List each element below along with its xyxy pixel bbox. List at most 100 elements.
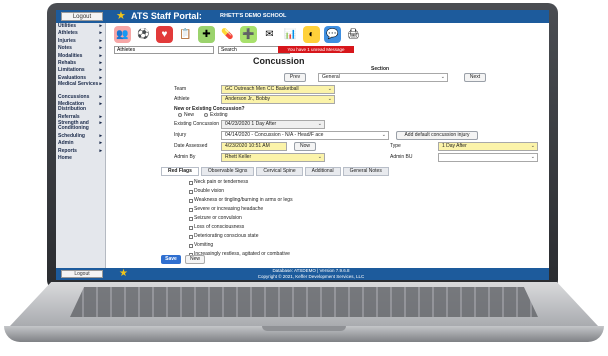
admin-by-value: Rhett Keller (225, 154, 252, 160)
chevron-right-icon: ▸ (99, 37, 102, 44)
radio-existing[interactable]: Existing (204, 112, 228, 119)
date-assessed-input[interactable]: 4/23/2020 10:51 AM (221, 142, 287, 151)
sidebar-item-label: Scheduling (58, 132, 85, 139)
symptom-label: Severe or increasing headache (194, 206, 264, 212)
section-value: General (322, 74, 340, 80)
chevron-down-icon: ⌄ (530, 154, 535, 160)
chevron-right-icon: ▸ (99, 81, 102, 88)
tab-general-notes[interactable]: General Notes (342, 167, 389, 176)
tab-red-flags[interactable]: Red Flags (161, 167, 199, 176)
notes-icon[interactable]: 📋 (177, 25, 194, 43)
type-label: Type (390, 143, 401, 149)
type-select[interactable]: 1 Day After ⌄ (438, 142, 538, 151)
rehab-icon[interactable]: ✚ (198, 25, 215, 43)
heart-icon[interactable]: ♥ (156, 25, 173, 43)
radio-new[interactable]: New (178, 112, 194, 119)
symptom-label: Seizure or convulsion (194, 215, 242, 221)
chevron-right-icon: ▸ (99, 52, 102, 59)
sidebar-item-admin[interactable]: Admin ▸ (56, 140, 105, 147)
concussion-form: Concussion Section Prev General ⌄ Next Te… (108, 55, 548, 267)
chevron-right-icon: ▸ (99, 132, 102, 139)
symptom-checkbox[interactable] (189, 190, 193, 194)
chevron-down-icon: ⌄ (381, 132, 386, 138)
type-value: 1 Day After (442, 143, 467, 149)
sidebar-item-injuries[interactable]: Injuries ▸ (56, 38, 105, 45)
sidebar-item-label: Medical Services (58, 81, 99, 88)
people-icon[interactable]: 👥 (114, 25, 131, 43)
chevron-right-icon: ▸ (99, 119, 102, 126)
symptom-label: Loss of consciousness (194, 224, 245, 230)
unread-message-alert[interactable]: You have 1 unread Message (278, 46, 354, 53)
sidebar-item-strength-conditioning[interactable]: Strength and Conditioning ▸ (56, 119, 105, 133)
sidebar-item-athletes[interactable]: Athletes ▸ (56, 30, 105, 37)
symptom-label: Neck pain or tenderness (194, 179, 249, 185)
symptom-label: Weakness or tingling/burning in arms or … (194, 197, 293, 203)
team-select[interactable]: GC Outreach Men CC Basketball ⌄ (221, 85, 335, 94)
toolbar: 👥 ⚽ ♥ 📋 ✚ 💊 ➕ ✉ 📊 ◐ 💬 🖨 (108, 24, 408, 44)
chevron-right-icon: ▸ (99, 45, 102, 52)
search-row: Athletes Search (108, 46, 408, 55)
symptom-checkbox[interactable] (189, 181, 193, 185)
printer-icon[interactable]: 🖨 (345, 25, 362, 43)
sidebar-item-medication-distribution[interactable]: Medication Distribution ▸ (56, 100, 105, 114)
new-button[interactable]: New (185, 255, 205, 264)
symptom-checkbox[interactable] (189, 235, 193, 239)
tab-cervical-spine[interactable]: Cervical Spine (256, 167, 303, 176)
envelope-icon[interactable]: ✉ (261, 25, 278, 43)
chevron-right-icon: ▸ (99, 30, 102, 37)
sidebar-item-limitations[interactable]: Limitations ▸ (56, 67, 105, 74)
chat-icon[interactable]: 💬 (324, 25, 341, 43)
sidebar-item-utilities[interactable]: Utilities ▸ (56, 23, 105, 30)
injury-label: Injury (174, 132, 187, 138)
radio-new-circle[interactable] (178, 112, 182, 117)
radio-existing-label: Existing (210, 112, 228, 118)
radio-existing-circle[interactable] (204, 112, 208, 117)
symptom-checkbox[interactable] (189, 208, 193, 212)
symptom-checkbox[interactable] (189, 226, 193, 230)
save-button[interactable]: Save (161, 255, 181, 264)
pill-icon[interactable]: 💊 (219, 25, 236, 43)
injury-select[interactable]: 04/14/2020 - Concussion - N/A - Head/F a… (221, 131, 389, 140)
laptop-keyboard (70, 287, 538, 317)
tab-bar: Red Flags Observable Signs Cervical Spin… (161, 167, 471, 176)
symptom-checkbox[interactable] (189, 199, 193, 203)
sidebar-item-label: Reports (58, 147, 77, 154)
logout-button[interactable]: Logout (61, 12, 103, 21)
symptom-checkbox[interactable] (189, 244, 193, 248)
sidebar-item-notes[interactable]: Notes ▸ (56, 45, 105, 52)
sidebar-item-label: Home (58, 155, 72, 162)
sidebar-item-home[interactable]: Home (56, 155, 105, 162)
chevron-down-icon: ⌄ (530, 143, 535, 149)
chevron-right-icon: ▸ (99, 100, 102, 107)
sidebar-item-rehabs[interactable]: Rehabs ▸ (56, 60, 105, 67)
prev-button[interactable]: Prev (284, 73, 306, 82)
ball-icon[interactable]: ⚽ (135, 25, 152, 43)
logout-button-bottom[interactable]: Logout (61, 270, 103, 278)
symptom-checkbox[interactable] (189, 217, 193, 221)
section-select[interactable]: General ⌄ (318, 73, 448, 82)
next-button[interactable]: Next (464, 73, 486, 82)
chart-icon[interactable]: 📊 (282, 25, 299, 43)
admin-by-label: Admin By (174, 154, 196, 160)
chevron-down-icon: ⌄ (327, 86, 332, 92)
admin-by-select[interactable]: Rhett Keller ⌄ (221, 153, 325, 162)
stethoscope-icon[interactable]: ➕ (240, 25, 257, 43)
sidebar-item-medical-services[interactable]: Medical Services ▸ (56, 81, 105, 94)
calendar-icon[interactable]: ◐ (303, 25, 320, 43)
sidebar: Utilities ▸ Athletes ▸ Injuries ▸ Notes ▸ Mo… (56, 23, 106, 268)
existing-concussion-label: Existing Concussion (174, 121, 220, 127)
tab-observable-signs[interactable]: Observable Signs (200, 167, 255, 176)
sidebar-item-reports[interactable]: Reports ▸ (56, 148, 105, 155)
tab-additional[interactable]: Additional (304, 167, 341, 176)
team-value: GC Outreach Men CC Basketball (225, 86, 299, 92)
athlete-select[interactable]: Anderson Jr., Bobby ⌄ (221, 95, 335, 104)
existing-concussion-select[interactable]: 04/23/2020 1 Day After ⌄ (221, 120, 325, 129)
admin-bu-select[interactable]: ⌄ (438, 153, 538, 162)
chevron-right-icon: ▸ (99, 147, 102, 154)
now-button[interactable]: Now (294, 142, 316, 151)
chevron-down-icon: ⌄ (327, 96, 332, 102)
add-default-concussion-button[interactable]: Add default concussion injury (396, 131, 478, 140)
sidebar-item-modalities[interactable]: Modalities ▸ (56, 53, 105, 60)
athletes-select[interactable]: Athletes (114, 46, 214, 54)
sidebar-item-scheduling[interactable]: Scheduling ▸ (56, 133, 105, 140)
